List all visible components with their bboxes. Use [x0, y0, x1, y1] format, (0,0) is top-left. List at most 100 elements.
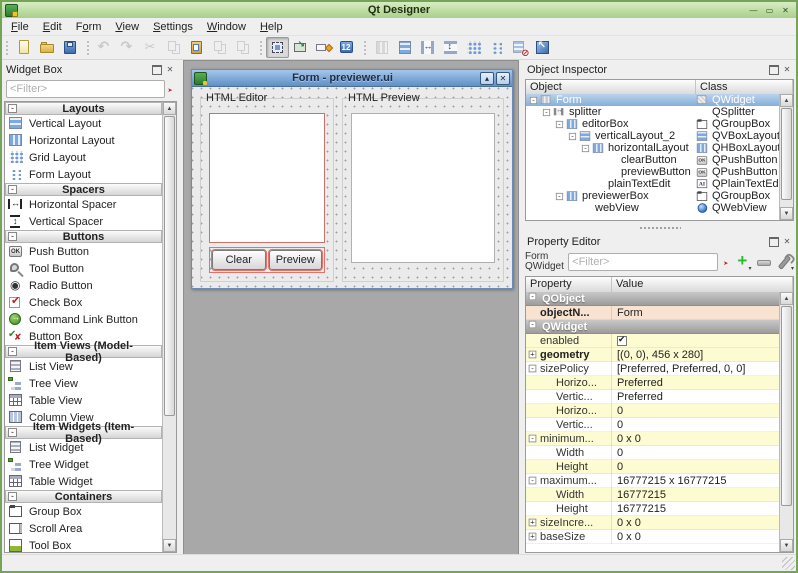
widget-item[interactable]: Radio Button [5, 277, 162, 294]
collapse-icon[interactable]: - [8, 104, 17, 113]
widget-item[interactable]: Horizontal Spacer [5, 196, 162, 213]
property-row[interactable]: Vertic... 0 [526, 418, 779, 432]
widget-item[interactable]: Form Layout [5, 166, 162, 183]
expand-icon[interactable]: + [529, 533, 537, 541]
column-property[interactable]: Property [526, 277, 612, 292]
layout-horizontal-button[interactable] [370, 37, 393, 58]
form-close-icon[interactable]: ✕ [496, 72, 510, 85]
widget-item[interactable]: Vertical Spacer [5, 213, 162, 230]
property-row[interactable]: - QWidget [526, 320, 779, 334]
close-panel-icon[interactable]: ✕ [782, 237, 792, 247]
expand-icon[interactable]: + [529, 351, 537, 359]
edit-signals-slots-button[interactable] [289, 37, 312, 58]
property-row[interactable]: Horizo... 0 [526, 404, 779, 418]
property-row[interactable]: - sizePolicy [Preferred, Preferred, 0, 0… [526, 362, 779, 376]
button-row-layout[interactable]: Clear Preview [209, 247, 325, 273]
scroll-down-icon[interactable]: ▼ [780, 207, 793, 220]
form-window-titlebar[interactable]: Form - previewer.ui ▴ ✕ [192, 70, 512, 87]
edit-tab-order-button[interactable] [335, 37, 358, 58]
widget-item[interactable]: Check Box [5, 294, 162, 311]
widget-item[interactable]: Scroll Area [5, 520, 162, 537]
paste-button[interactable] [185, 37, 208, 58]
adjust-size-button[interactable] [531, 37, 554, 58]
expand-icon[interactable]: - [569, 132, 576, 139]
widget-item[interactable]: Tool Box [5, 537, 162, 552]
object-tree-row[interactable]: - previewerBox QGroupBox [526, 190, 779, 202]
menu-file[interactable]: File [4, 19, 36, 35]
web-view[interactable] [351, 113, 495, 263]
widget-item[interactable]: Table Widget [5, 473, 162, 490]
close-icon[interactable]: ✕ [779, 5, 792, 16]
property-row[interactable]: Horizo... Preferred [526, 376, 779, 390]
widget-item[interactable]: Push Button [5, 243, 162, 260]
cut-button[interactable] [139, 37, 162, 58]
expand-icon[interactable]: - [556, 192, 563, 199]
property-row[interactable]: enabled [526, 334, 779, 348]
property-row[interactable]: + baseSize 0 x 0 [526, 530, 779, 544]
toolbar-handle-icon[interactable] [85, 39, 91, 57]
object-inspector-columns[interactable]: Object Class [526, 80, 793, 95]
widget-category-header[interactable]: - Item Widgets (Item-Based) [5, 426, 162, 439]
expand-icon[interactable]: - [556, 120, 563, 127]
copy-button[interactable] [162, 37, 185, 58]
widget-category-header[interactable]: - Spacers [5, 183, 162, 196]
menu-window[interactable]: Window [200, 19, 253, 35]
expand-icon[interactable]: + [529, 519, 537, 527]
resize-grip[interactable] [782, 557, 795, 570]
column-value[interactable]: Value [612, 277, 793, 292]
widget-category-header[interactable]: - Buttons [5, 230, 162, 243]
menu-edit[interactable]: Edit [36, 19, 69, 35]
collapse-icon[interactable]: - [8, 185, 17, 194]
configure-property-editor-button[interactable]: ▾ [776, 253, 794, 271]
float-panel-icon[interactable] [152, 65, 162, 75]
widget-category-header[interactable]: - Item Views (Model-Based) [5, 345, 162, 358]
object-tree-row[interactable]: - splitter QSplitter [526, 106, 779, 118]
maximize-icon[interactable]: ▭ [763, 5, 776, 16]
add-dynamic-property-button[interactable]: +▾ [733, 253, 751, 271]
new-form-button[interactable] [12, 37, 35, 58]
widget-item[interactable]: Tool Button [5, 260, 162, 277]
open-form-button[interactable] [35, 37, 58, 58]
save-form-button[interactable] [58, 37, 81, 58]
redo-button[interactable] [116, 37, 139, 58]
widget-item[interactable]: Grid Layout [5, 149, 162, 166]
enabled-checkbox[interactable] [617, 336, 627, 346]
menu-settings[interactable]: Settings [146, 19, 200, 35]
property-row[interactable]: objectN... Form [526, 306, 779, 320]
menu-form[interactable]: Form [69, 19, 109, 35]
clear-button[interactable]: Clear [212, 250, 266, 270]
editor-groupbox[interactable]: HTML Editor Clear Preview [200, 98, 334, 282]
preview-groupbox[interactable]: HTML Preview [342, 98, 504, 282]
scroll-thumb[interactable] [781, 306, 792, 506]
minimize-icon[interactable]: — [747, 5, 760, 16]
widget-category-header[interactable]: - Containers [5, 490, 162, 503]
widget-item[interactable]: Table View [5, 392, 162, 409]
edit-buddies-button[interactable] [312, 37, 335, 58]
plain-text-edit[interactable] [209, 113, 325, 243]
expand-icon[interactable]: - [530, 96, 537, 103]
expand-icon[interactable]: - [529, 477, 537, 485]
undo-button[interactable] [93, 37, 116, 58]
object-tree-row[interactable]: previewButton QPushButton [526, 166, 779, 178]
close-panel-icon[interactable]: ✕ [165, 65, 175, 75]
widget-item[interactable]: Tree View [5, 375, 162, 392]
object-tree-row[interactable]: - Form QWidget [526, 94, 779, 106]
scroll-down-icon[interactable]: ▼ [780, 539, 793, 552]
object-tree-row[interactable]: - editorBox QGroupBox [526, 118, 779, 130]
property-filter-input[interactable] [568, 253, 718, 271]
duplicate-button[interactable] [208, 37, 231, 58]
property-row[interactable]: + geometry [(0, 0), 456 x 280] [526, 348, 779, 362]
property-row[interactable]: Height 16777215 [526, 502, 779, 516]
remove-dynamic-property-button[interactable] [755, 253, 773, 271]
column-class[interactable]: Class [696, 80, 793, 94]
widget-item[interactable]: Group Box [5, 503, 162, 520]
filter-menu-icon[interactable] [165, 83, 175, 95]
scroll-up-icon[interactable]: ▲ [780, 94, 793, 107]
scroll-down-icon[interactable]: ▼ [163, 539, 176, 552]
collapse-icon[interactable]: - [8, 492, 17, 501]
form-editor-window[interactable]: Form - previewer.ui ▴ ✕ HTML Editor Clea… [191, 69, 513, 289]
column-object[interactable]: Object [526, 80, 696, 94]
dock-splitter-handle[interactable] [523, 223, 796, 232]
scroll-up-icon[interactable]: ▲ [780, 292, 793, 305]
widget-category-header[interactable]: - Layouts [5, 102, 162, 115]
